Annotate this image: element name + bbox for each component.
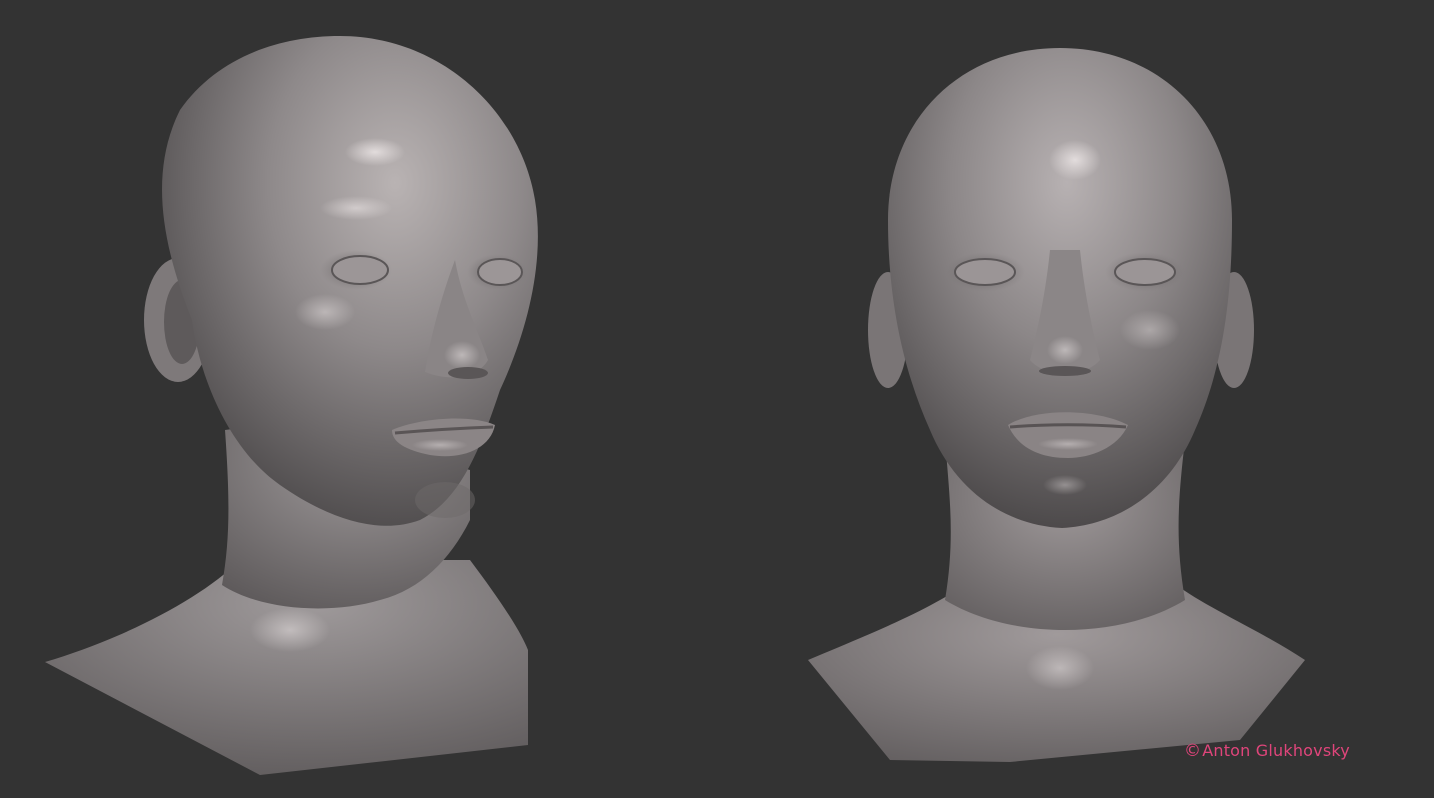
artist-credit: ©Anton Glukhovsky [1184,741,1350,761]
bust-front [808,48,1305,762]
right-bust-forehead-highlight [1049,140,1101,180]
bust-three-quarter [45,36,538,775]
left-bust-forehead-highlight [345,138,405,166]
left-bust-neck-highlight [250,608,330,652]
credit-text: Anton Glukhovsky [1202,741,1350,760]
copyright-symbol: © [1184,741,1202,761]
render-viewport [45,36,1305,775]
